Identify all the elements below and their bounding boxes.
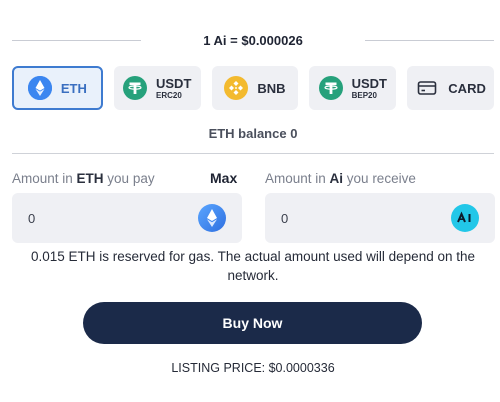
token-label: ETH — [60, 80, 87, 96]
token-label: CARD — [448, 80, 486, 96]
token-bnb-button[interactable]: BNB — [211, 66, 299, 110]
bnb-icon — [224, 76, 249, 100]
receive-amount-label: Amount in Ai you receive — [265, 171, 416, 186]
max-button[interactable]: Max — [210, 170, 237, 186]
receive-amount-field — [265, 193, 495, 243]
section-divider — [12, 153, 494, 154]
pay-amount-label: Amount in ETH you pay — [12, 171, 155, 186]
rate-divider-right — [364, 39, 495, 41]
rate-divider-left — [12, 39, 142, 41]
pay-amount-field — [12, 193, 242, 243]
exchange-rate: 1 Ai = $0.000026 — [203, 32, 303, 48]
tether-icon — [123, 76, 147, 100]
token-label: BNB — [257, 80, 286, 96]
receive-amount-input[interactable] — [281, 210, 451, 226]
pay-label-token: ETH — [76, 171, 104, 186]
buy-now-button[interactable]: Buy Now — [83, 302, 422, 344]
receive-label-prefix: Amount in — [265, 171, 330, 186]
payment-token-selector: ETH USDT ERC20 BNB USDT BEP20 CARD — [12, 66, 494, 110]
pay-label-prefix: Amount in — [12, 171, 77, 186]
token-network-label: BEP20 — [351, 90, 377, 100]
rate-row: 1 Ai = $0.000026 — [12, 30, 495, 50]
token-label: USDT — [351, 75, 387, 91]
tether-icon — [318, 76, 343, 100]
credit-card-icon — [415, 76, 439, 100]
token-usdt-erc20-button[interactable]: USDT ERC20 — [113, 66, 201, 110]
eth-balance: ETH balance 0 — [208, 126, 298, 141]
receive-label-suffix: you receive — [343, 171, 416, 186]
token-card-button[interactable]: CARD — [407, 66, 494, 110]
token-eth-button[interactable]: ETH — [12, 66, 103, 110]
token-label: USDT — [156, 75, 192, 91]
token-usdt-bep20-button[interactable]: USDT BEP20 — [309, 66, 397, 110]
token-network-label: ERC20 — [156, 90, 182, 100]
pay-label-suffix: you pay — [103, 171, 155, 186]
receive-label-token: Ai — [329, 171, 344, 186]
listing-price: LISTING PRICE: $0.0000336 — [171, 361, 335, 375]
ai-token-icon — [451, 204, 479, 232]
ethereum-icon — [27, 76, 52, 100]
pay-amount-input[interactable] — [28, 210, 198, 226]
ethereum-icon — [198, 204, 226, 232]
gas-reserve-note: 0.015 ETH is reserved for gas. The actua… — [30, 249, 475, 283]
